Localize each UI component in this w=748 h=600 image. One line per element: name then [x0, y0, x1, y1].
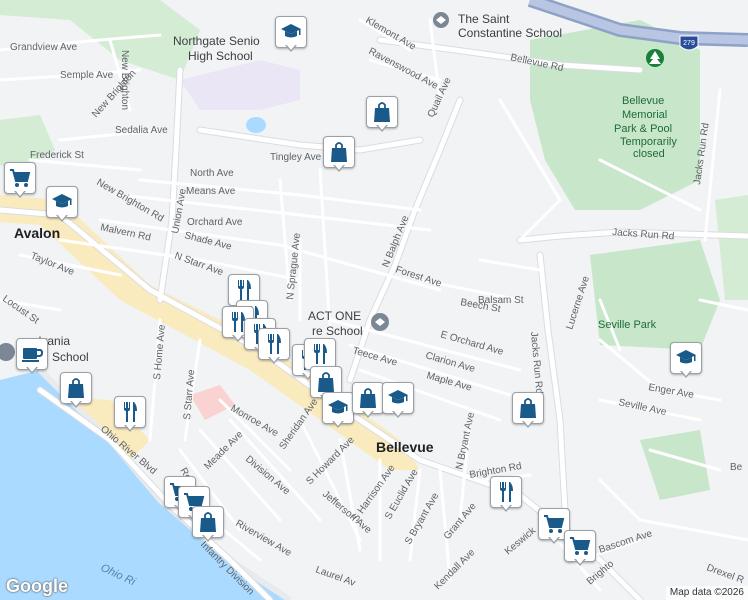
graduation-cap-icon	[326, 396, 350, 420]
marker-school-northgate[interactable]	[275, 16, 307, 52]
marker-shop-bryant[interactable]	[512, 392, 544, 428]
graduation-cap-icon	[50, 190, 74, 214]
shopping-bag-icon	[356, 386, 380, 410]
graduation-cap-icon	[279, 20, 303, 44]
marker-restaurant-brighton[interactable]	[490, 476, 522, 512]
coffee-cup-icon	[20, 342, 44, 366]
fork-knife-icon	[232, 278, 256, 302]
marker-shop-ravenswood[interactable]	[366, 96, 398, 132]
shopping-bag-icon	[516, 396, 540, 420]
shopping-cart-icon	[8, 166, 32, 190]
marker-cafe-sylvania[interactable]	[16, 338, 48, 374]
marker-layer	[0, 0, 748, 600]
shopping-cart-icon	[542, 512, 566, 536]
shopping-bag-icon	[327, 140, 351, 164]
marker-grocery-bascom[interactable]	[564, 530, 596, 566]
shopping-bag-icon	[314, 370, 338, 394]
marker-school-enger[interactable]	[670, 342, 702, 378]
graduation-cap-icon	[386, 386, 410, 410]
marker-shop-tingley[interactable]	[323, 136, 355, 172]
google-logo[interactable]: Google	[6, 576, 68, 597]
fork-knife-icon	[118, 400, 142, 424]
marker-school-bellevue-2[interactable]	[382, 382, 414, 418]
graduation-cap-icon	[674, 346, 698, 370]
shopping-bag-icon	[64, 376, 88, 400]
marker-shop-bellevue[interactable]	[352, 382, 384, 418]
shopping-bag-icon	[370, 100, 394, 124]
fork-knife-icon	[262, 332, 286, 356]
fork-knife-icon	[494, 480, 518, 504]
marker-restaurant-5[interactable]	[258, 328, 290, 364]
marker-shop-avalon-south[interactable]	[60, 372, 92, 408]
marker-shop-river[interactable]	[192, 506, 224, 542]
marker-restaurant-avalon-south[interactable]	[114, 396, 146, 432]
marker-school-bellevue[interactable]	[322, 392, 354, 428]
shopping-bag-icon	[196, 510, 220, 534]
fork-knife-icon	[308, 342, 332, 366]
shopping-cart-icon	[568, 534, 592, 558]
marker-school-avalon[interactable]	[46, 186, 78, 222]
map-attribution[interactable]: Map data ©2026	[665, 586, 748, 600]
marker-grocery-frederick[interactable]	[4, 162, 36, 198]
